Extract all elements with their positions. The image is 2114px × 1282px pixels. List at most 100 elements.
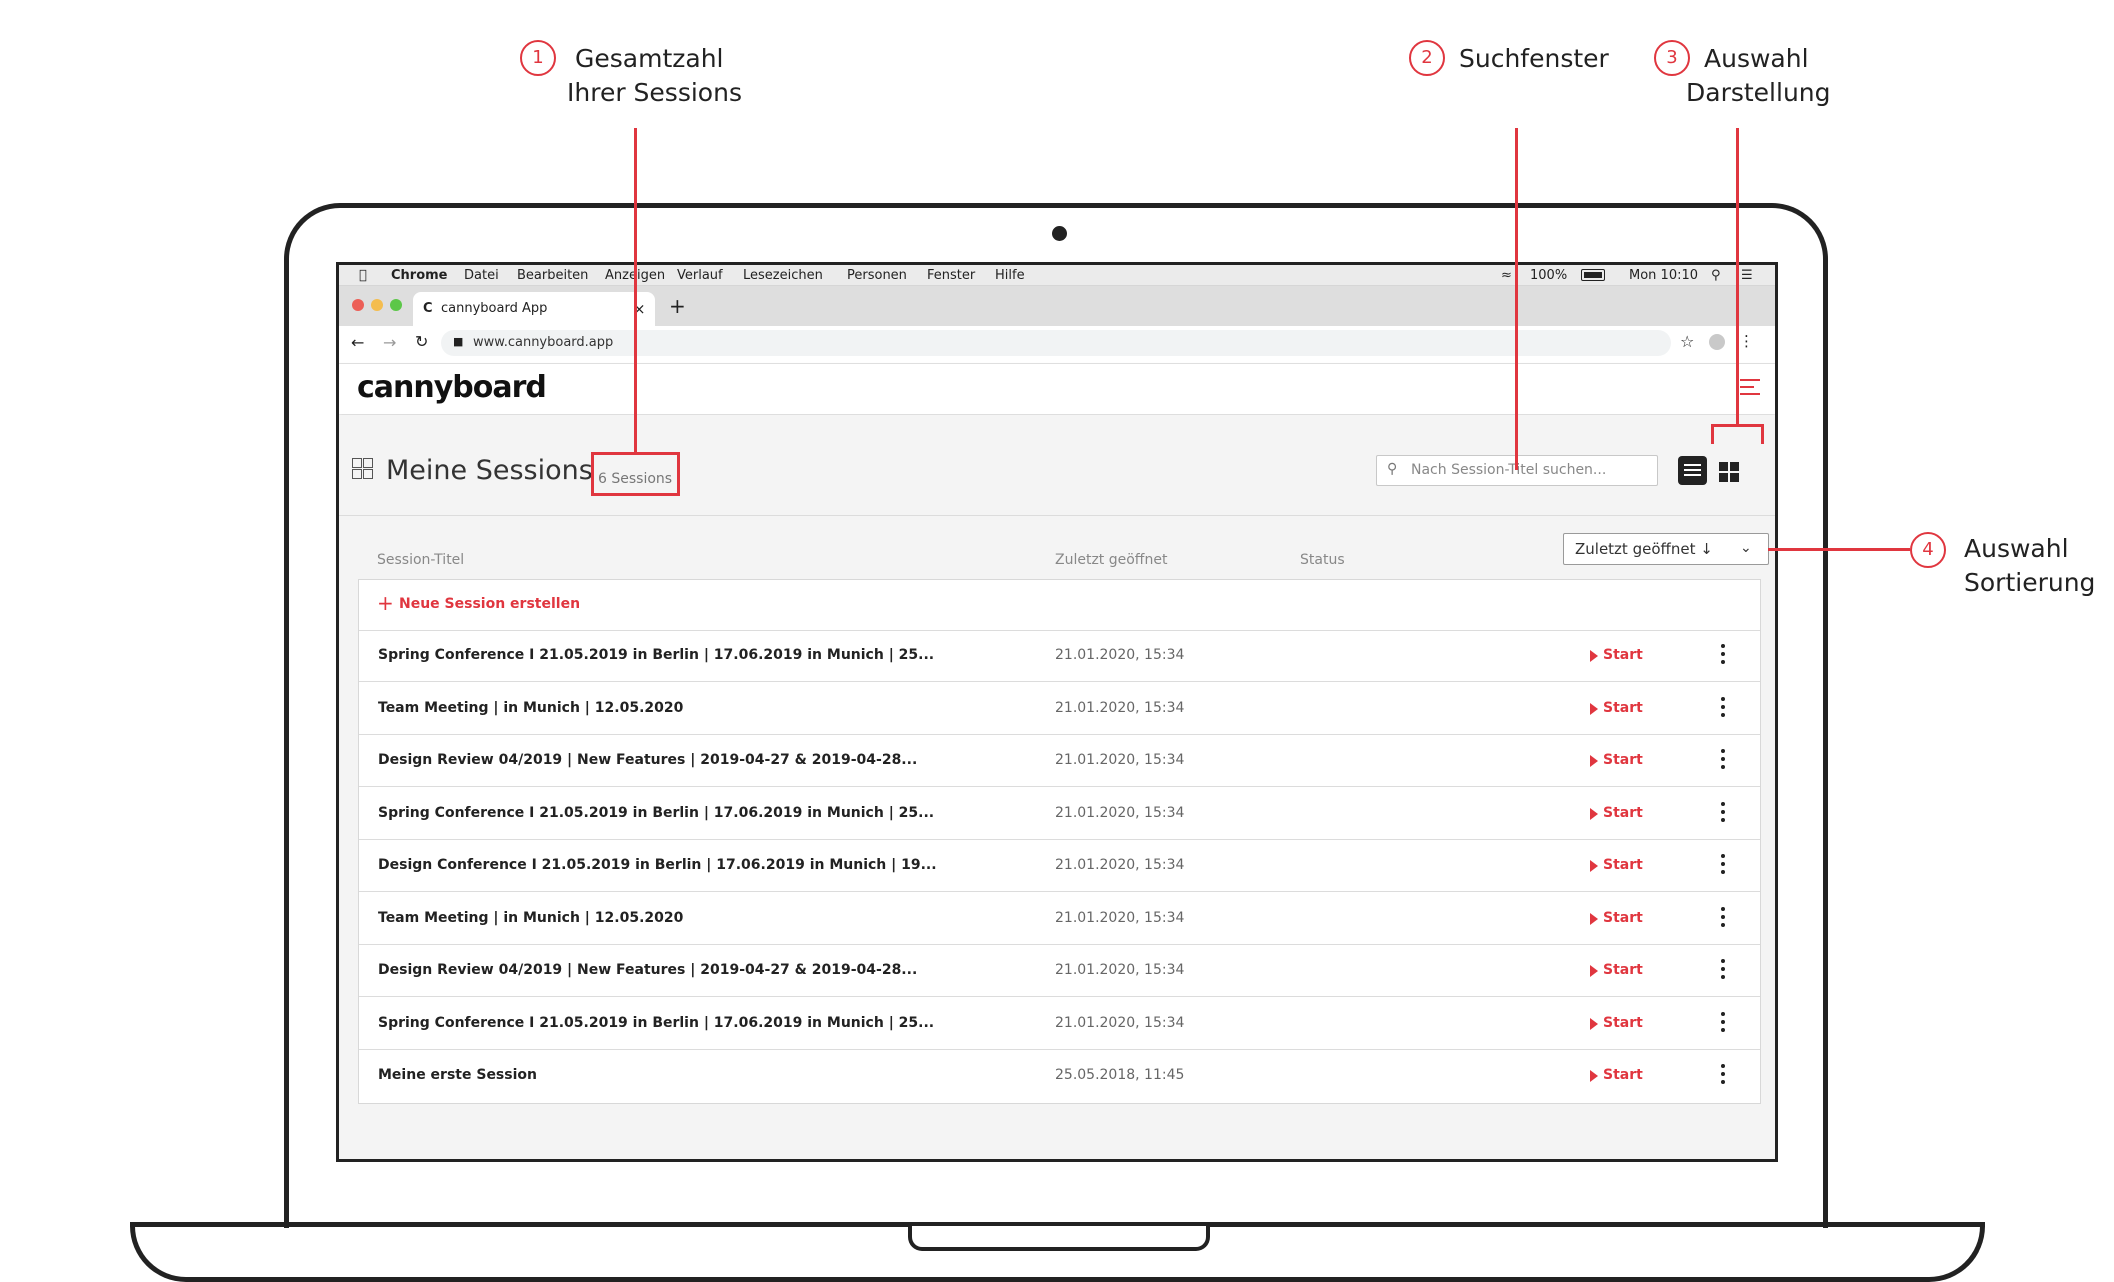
session-last-opened: 21.01.2020, 15:34 — [1055, 699, 1185, 716]
annotation-2-line1: Suchfenster — [1459, 44, 1609, 73]
session-title[interactable]: Design Review 04/2019 | New Features | 2… — [378, 962, 917, 978]
session-title[interactable]: Team Meeting | in Munich | 12.05.2020 — [378, 700, 683, 716]
session-last-opened: 21.01.2020, 15:34 — [1055, 647, 1185, 663]
start-button[interactable]: Start — [1603, 1067, 1643, 1083]
url-field[interactable]: ■ www.cannyboard.app — [441, 330, 1671, 356]
play-icon — [1590, 1070, 1598, 1082]
window-minimize-dot[interactable] — [371, 299, 383, 311]
window-zoom-dot[interactable] — [390, 299, 402, 311]
menu-app-name[interactable]: Chrome — [391, 268, 448, 283]
more-options-icon[interactable] — [1721, 959, 1725, 981]
table-row[interactable]: Meine erste Session 25.05.2018, 11:45 Star… — [359, 1050, 1760, 1102]
menu-verlauf[interactable]: Verlauf — [677, 268, 723, 283]
play-icon — [1590, 965, 1598, 977]
wifi-icon[interactable]: ≈ — [1501, 268, 1512, 283]
start-button[interactable]: Start — [1603, 1015, 1643, 1031]
new-tab-icon[interactable]: + — [669, 294, 686, 318]
column-header-last-opened[interactable]: Zuletzt geöffnet — [1055, 552, 1167, 568]
annotation-4-line — [1768, 548, 1910, 551]
new-session-row[interactable]: + Neue Session erstellen — [359, 580, 1760, 631]
notification-center-icon[interactable]: ☰ — [1741, 268, 1753, 283]
session-title[interactable]: Spring Conference I 21.05.2019 in Berlin… — [378, 647, 934, 663]
play-icon — [1590, 1017, 1598, 1030]
grid-view-button[interactable] — [1715, 456, 1744, 485]
laptop-notch — [908, 1226, 1210, 1251]
camera-icon — [1052, 226, 1067, 241]
chevron-down-icon: ⌄ — [1740, 540, 1752, 556]
browser-menu-icon[interactable]: ⋮ — [1739, 332, 1754, 350]
battery-icon[interactable] — [1581, 269, 1605, 281]
annotation-3-line1: Auswahl — [1704, 44, 1809, 73]
session-title[interactable]: Spring Conference I 21.05.2019 in Berlin… — [378, 1015, 934, 1031]
annotation-1-box — [591, 452, 680, 496]
browser-tab[interactable]: C cannyboard App × — [413, 292, 655, 326]
session-last-opened: 21.01.2020, 15:34 — [1055, 1014, 1185, 1031]
annotation-1-line1: Gesamtzahl — [575, 44, 724, 73]
search-icon: ⚲ — [1387, 461, 1398, 477]
grid-apps-icon — [352, 458, 374, 480]
table-row[interactable]: Team Meeting | in Munich | 12.05.2020 21.… — [359, 893, 1760, 945]
start-button[interactable]: Start — [1603, 647, 1643, 663]
menu-datei[interactable]: Datei — [464, 268, 499, 283]
session-last-opened: 21.01.2020, 15:34 — [1055, 962, 1185, 978]
window-close-dot[interactable] — [352, 299, 364, 311]
search-placeholder: Nach Session-Titel suchen... — [1411, 462, 1607, 478]
annotation-4-line1: Auswahl — [1964, 534, 2069, 563]
table-row[interactable]: Design Review 04/2019 | New Features | 2… — [359, 945, 1760, 997]
start-button[interactable]: Start — [1603, 700, 1643, 716]
list-view-button[interactable] — [1678, 456, 1707, 485]
session-last-opened: 21.01.2020, 15:34 — [1055, 804, 1185, 821]
menu-bearbeiten[interactable]: Bearbeiten — [517, 268, 588, 283]
more-options-icon[interactable] — [1721, 1064, 1725, 1086]
more-options-icon[interactable] — [1721, 1011, 1725, 1034]
more-options-icon[interactable] — [1721, 906, 1725, 929]
back-icon[interactable]: ← — [351, 333, 364, 352]
annotation-3-line — [1736, 128, 1739, 425]
new-session-button[interactable]: Neue Session erstellen — [399, 596, 580, 612]
annotation-3-line2: Darstellung — [1686, 78, 1831, 107]
bookmark-star-icon[interactable]: ☆ — [1680, 332, 1694, 351]
more-options-icon[interactable] — [1721, 854, 1725, 876]
menu-fenster[interactable]: Fenster — [927, 268, 975, 283]
start-button[interactable]: Start — [1603, 962, 1643, 978]
table-row[interactable]: Spring Conference I 21.05.2019 in Berlin… — [359, 788, 1760, 840]
forward-icon[interactable]: → — [383, 333, 396, 352]
spotlight-icon[interactable]: ⚲ — [1711, 268, 1721, 283]
menubar-clock[interactable]: Mon 10:10 — [1629, 268, 1698, 283]
session-title[interactable]: Spring Conference I 21.05.2019 in Berlin… — [378, 805, 934, 821]
session-title[interactable]: Meine erste Session — [378, 1067, 537, 1083]
menu-hilfe[interactable]: Hilfe — [995, 268, 1025, 283]
menu-personen[interactable]: Personen — [847, 268, 907, 283]
table-row[interactable]: Design Review 04/2019 | New Features | 2… — [359, 735, 1760, 787]
session-title[interactable]: Design Review 04/2019 | New Features | 2… — [378, 752, 917, 768]
start-button[interactable]: Start — [1603, 752, 1643, 768]
annotation-badge-1: 1 — [520, 40, 556, 76]
apple-icon[interactable]:  — [359, 268, 367, 283]
lock-icon: ■ — [453, 335, 464, 348]
table-row[interactable]: Team Meeting | in Munich | 12.05.2020 21.… — [359, 683, 1760, 735]
profile-avatar-icon[interactable] — [1709, 334, 1725, 350]
start-button[interactable]: Start — [1603, 857, 1643, 873]
more-options-icon[interactable] — [1721, 749, 1725, 771]
session-title[interactable]: Team Meeting | in Munich | 12.05.2020 — [378, 910, 683, 926]
session-title[interactable]: Design Conference I 21.05.2019 in Berlin… — [378, 857, 937, 873]
session-last-opened: 21.01.2020, 15:34 — [1055, 909, 1185, 926]
table-row[interactable]: Spring Conference I 21.05.2019 in Berlin… — [359, 630, 1760, 682]
sort-select[interactable]: Zuletzt geöffnet ↓ ⌄ — [1563, 533, 1769, 565]
annotation-1-line2: Ihrer Sessions — [567, 78, 742, 107]
hamburger-menu-icon[interactable] — [1740, 379, 1760, 395]
more-options-icon[interactable] — [1721, 696, 1725, 719]
sessions-table: + Neue Session erstellen Spring Conferen… — [358, 579, 1761, 1104]
cannyboard-logo[interactable]: cannyboard — [357, 370, 547, 405]
start-button[interactable]: Start — [1603, 910, 1643, 926]
table-row[interactable]: Spring Conference I 21.05.2019 in Berlin… — [359, 998, 1760, 1050]
reload-icon[interactable]: ↻ — [415, 332, 428, 351]
menu-lesezeichen[interactable]: Lesezeichen — [743, 268, 823, 283]
url-text: www.cannyboard.app — [473, 335, 614, 350]
column-header-title[interactable]: Session-Titel — [377, 552, 464, 568]
more-options-icon[interactable] — [1721, 644, 1725, 666]
more-options-icon[interactable] — [1721, 801, 1725, 824]
table-row[interactable]: Design Conference I 21.05.2019 in Berlin… — [359, 840, 1760, 892]
start-button[interactable]: Start — [1603, 805, 1643, 821]
column-header-status[interactable]: Status — [1300, 552, 1345, 568]
